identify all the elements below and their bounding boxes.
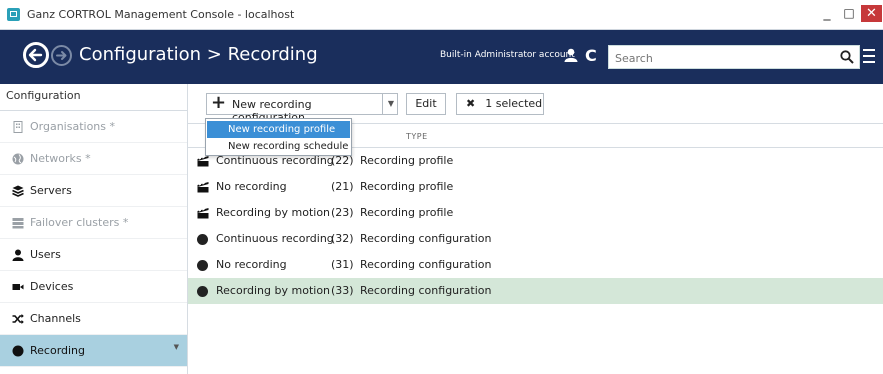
row-type: Recording profile: [360, 154, 454, 167]
row-name: Recording by motion: [216, 284, 331, 297]
maximize-button[interactable]: □: [842, 6, 856, 22]
chevron-down-icon: ▼: [173, 343, 179, 351]
page-breadcrumb: Configuration > Recording: [79, 44, 318, 65]
record-dot-icon: [12, 345, 24, 357]
refresh-icon[interactable]: C: [585, 46, 597, 65]
recording-table: TYPE Continuous recording (22) Recording…: [188, 124, 883, 374]
globe-icon: [12, 153, 24, 165]
column-header-type[interactable]: TYPE: [406, 132, 428, 141]
sidebar-item-networks[interactable]: Networks *: [0, 143, 187, 175]
arrow-right-icon: [56, 51, 67, 60]
row-name: No recording: [216, 180, 287, 193]
account-label[interactable]: Built-in Administrator account: [440, 50, 575, 60]
film-clapper-icon: [197, 208, 209, 219]
shuffle-icon: [12, 314, 24, 324]
search-box: [608, 45, 860, 69]
new-configuration-split-button: + New recording configuration ▼: [206, 92, 398, 124]
sidebar-item-recording[interactable]: Recording ▼: [0, 335, 187, 367]
back-button[interactable]: [23, 42, 49, 68]
minimize-button[interactable]: _: [820, 6, 834, 22]
sidebar-item-label: Recording: [30, 344, 86, 357]
selected-count: 1 selected: [485, 97, 543, 110]
sidebar: Configuration Organisations * Networks *…: [0, 84, 188, 374]
table-row[interactable]: No recording (31) Recording configuratio…: [188, 252, 883, 278]
close-button[interactable]: ✕: [861, 5, 882, 22]
row-id: (31): [331, 258, 354, 271]
app-logo-icon: [7, 8, 20, 21]
row-name: No recording: [216, 258, 287, 271]
sidebar-item-label: Servers: [30, 184, 72, 197]
sidebar-item-channels[interactable]: Channels: [0, 303, 187, 335]
row-name: Recording by motion: [216, 206, 331, 219]
forward-button[interactable]: [51, 45, 72, 66]
table-row[interactable]: Recording by motion (23) Recording profi…: [188, 200, 883, 226]
row-name: Continuous recording: [216, 232, 334, 245]
window-title: Ganz CORTROL Management Console - localh…: [27, 8, 295, 21]
window-titlebar: Ganz CORTROL Management Console - localh…: [0, 0, 883, 30]
new-configuration-dropdown: New recording profile New recording sche…: [205, 118, 352, 156]
sidebar-item-label: Networks *: [30, 152, 91, 165]
record-dot-icon: [197, 285, 209, 297]
row-id: (21): [331, 180, 354, 193]
hamburger-menu-icon[interactable]: [863, 49, 875, 63]
sidebar-item-label: Users: [30, 248, 61, 261]
arrow-left-icon: [28, 48, 43, 62]
search-icon[interactable]: [840, 50, 854, 64]
user-icon[interactable]: [564, 48, 578, 62]
stack-icon: [12, 185, 24, 197]
film-clapper-icon: [197, 182, 209, 193]
row-id: (32): [331, 232, 354, 245]
record-dot-icon: [197, 233, 209, 245]
sidebar-item-failover-clusters[interactable]: Failover clusters *: [0, 207, 187, 239]
row-type: Recording configuration: [360, 232, 492, 245]
record-dot-icon: [197, 259, 209, 271]
menu-item-new-recording-schedule[interactable]: New recording schedule: [207, 138, 350, 155]
sidebar-item-label: Failover clusters *: [30, 216, 129, 229]
new-configuration-button[interactable]: + New recording configuration: [207, 92, 383, 124]
row-type: Recording profile: [360, 206, 454, 219]
row-id: (23): [331, 206, 354, 219]
edit-button[interactable]: Edit: [406, 93, 446, 115]
sidebar-item-devices[interactable]: Devices: [0, 271, 187, 303]
row-type: Recording profile: [360, 180, 454, 193]
user-icon: [12, 249, 24, 261]
selection-clear-button[interactable]: ✖ 1 selected: [456, 93, 544, 115]
row-type: Recording configuration: [360, 258, 492, 271]
sidebar-item-servers[interactable]: Servers: [0, 175, 187, 207]
sidebar-item-label: Devices: [30, 280, 74, 293]
table-row[interactable]: Continuous recording (32) Recording conf…: [188, 226, 883, 252]
sidebar-heading: Configuration: [0, 84, 187, 111]
dropdown-arrow-icon[interactable]: ▼: [385, 94, 397, 114]
film-clapper-icon: [197, 156, 209, 167]
row-type: Recording configuration: [360, 284, 492, 297]
camera-icon: [12, 284, 24, 290]
menu-item-new-recording-profile[interactable]: New recording profile: [207, 121, 350, 138]
sidebar-item-label: Channels: [30, 312, 81, 325]
building-icon: [13, 121, 23, 133]
sidebar-item-label: Organisations *: [30, 120, 116, 133]
search-input[interactable]: [613, 48, 837, 68]
app-header: Configuration > Recording Built-in Admin…: [0, 30, 883, 84]
sidebar-item-users[interactable]: Users: [0, 239, 187, 271]
table-row[interactable]: No recording (21) Recording profile: [188, 174, 883, 200]
server-rack-icon: [12, 218, 24, 229]
table-row-selected[interactable]: Recording by motion (33) Recording confi…: [188, 278, 883, 304]
row-id: (33): [331, 284, 354, 297]
plus-icon: +: [211, 92, 227, 113]
close-icon: ✖: [466, 97, 476, 110]
sidebar-item-organisations[interactable]: Organisations *: [0, 111, 187, 143]
